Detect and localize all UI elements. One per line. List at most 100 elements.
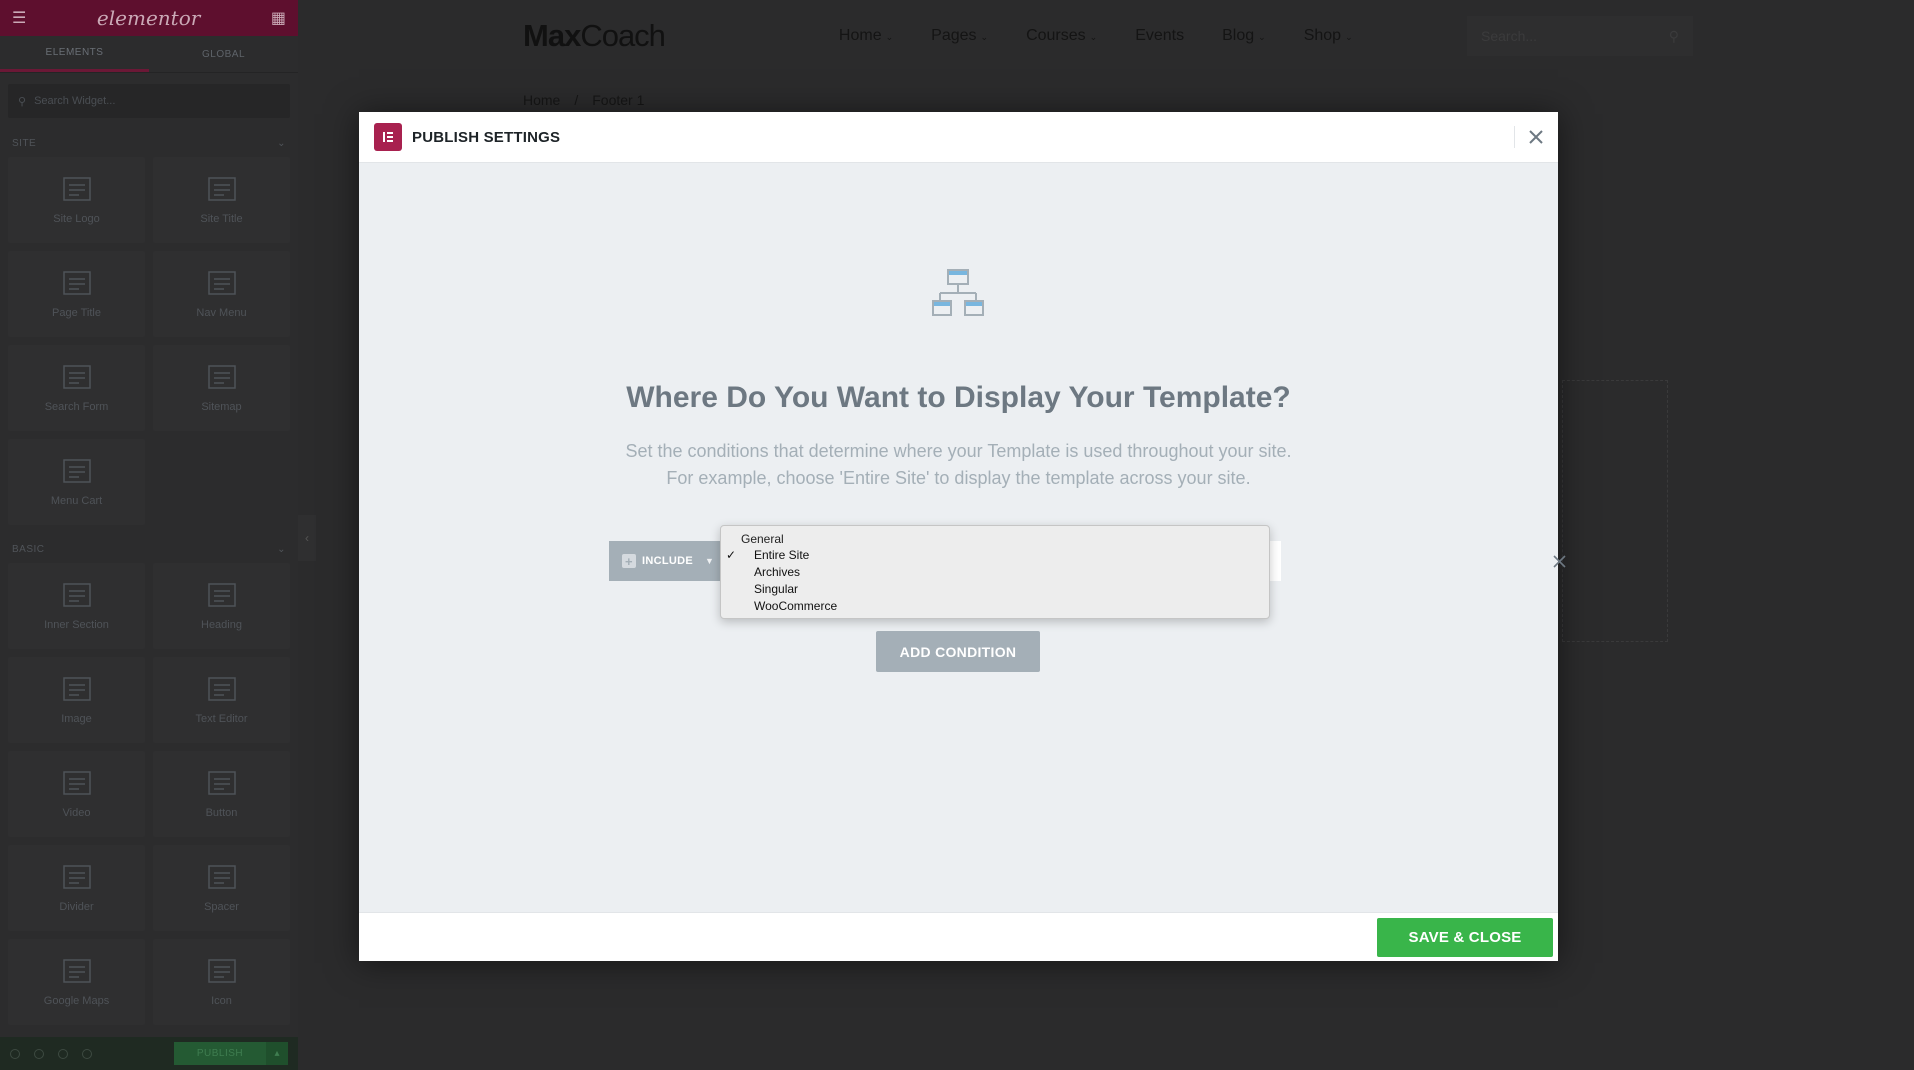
nav-item-blog[interactable]: Blog ⌄ <box>1222 27 1266 45</box>
widget-label: Site Title <box>200 213 243 225</box>
widget-nav-menu[interactable]: Nav Menu <box>153 251 290 337</box>
nav-item-label: Home <box>838 27 882 44</box>
responsive-mode-icon[interactable] <box>82 1048 92 1059</box>
nav-item-home[interactable]: Home ⌄ <box>839 27 893 45</box>
modal-header: PUBLISH SETTINGS <box>359 112 1558 163</box>
widget-label: Menu Cart <box>50 495 103 507</box>
category-site-label: SITE <box>12 137 37 149</box>
nav-item-pages[interactable]: Pages ⌄ <box>931 27 988 45</box>
basic-widget-grid: Inner Section Heading Image Text Editor Vide… <box>0 563 298 1025</box>
dropdown-option-woocommerce[interactable]: WooCommerce <box>721 598 1269 615</box>
widget-spacer[interactable]: Spacer <box>153 845 290 931</box>
category-basic-header[interactable]: BASIC ⌄ <box>0 535 298 563</box>
widget-heading[interactable]: Heading <box>153 563 290 649</box>
settings-icon[interactable] <box>10 1048 20 1059</box>
widget-divider[interactable]: Divider <box>8 845 145 931</box>
widget-button[interactable]: Button <box>153 751 290 837</box>
checkmark-icon: ✓ <box>726 548 737 562</box>
site-title-icon <box>207 175 237 203</box>
chevron-down-icon: ⌄ <box>885 32 894 42</box>
chevron-down-icon: ⌄ <box>277 543 286 555</box>
apps-grid-icon[interactable]: ▦ <box>271 8 286 28</box>
category-basic-label: BASIC <box>12 543 45 555</box>
breadcrumb: Home / Footer 1 <box>523 92 644 108</box>
tab-global[interactable]: GLOBAL <box>149 36 298 72</box>
widget-search-input[interactable]: ⚲ Search Widget... <box>8 84 290 118</box>
widget-label: Icon <box>211 995 232 1007</box>
nav-item-courses[interactable]: Courses ⌄ <box>1026 27 1097 45</box>
widget-label: Image <box>61 713 92 725</box>
widget-label: Spacer <box>204 901 239 913</box>
site-search-input[interactable]: Search... ⚲ <box>1467 16 1693 56</box>
condition-dropdown-menu: General ✓ Entire Site Archives Singular WooC… <box>720 525 1270 619</box>
nav-item-label: Blog <box>1222 27 1255 44</box>
modal-heading: Where Do You Want to Display Your Templa… <box>626 381 1291 414</box>
search-form-icon <box>62 363 92 391</box>
widget-text-editor[interactable]: Text Editor <box>153 657 290 743</box>
widget-label: Google Maps <box>43 995 110 1007</box>
widget-google-maps[interactable]: Google Maps <box>8 939 145 1025</box>
category-site-header[interactable]: SITE ⌄ <box>0 129 298 157</box>
site-logo-icon <box>62 175 92 203</box>
nav-item-events[interactable]: Events <box>1135 27 1184 45</box>
image-icon <box>62 675 92 703</box>
widget-search-placeholder: Search Widget... <box>34 95 116 107</box>
widget-inner-section[interactable]: Inner Section <box>8 563 145 649</box>
widget-video[interactable]: Video <box>8 751 145 837</box>
dropdown-option-archives[interactable]: Archives <box>721 564 1269 581</box>
site-widget-grid: Site Logo Site Title Page Title Nav Menu Sea… <box>0 157 298 525</box>
widget-image[interactable]: Image <box>8 657 145 743</box>
widget-site-logo[interactable]: Site Logo <box>8 157 145 243</box>
widget-label: Heading <box>201 619 242 631</box>
icon-icon <box>207 957 237 985</box>
elementor-panel: ☰ elementor ▦ ELEMENTS GLOBAL ⚲ Search W… <box>0 0 298 1070</box>
chevron-down-icon: ▼ <box>705 556 715 566</box>
divider-icon <box>62 863 92 891</box>
close-modal-button[interactable] <box>1514 126 1543 148</box>
breadcrumb-home[interactable]: Home <box>523 92 560 108</box>
widget-menu-cart[interactable]: Menu Cart <box>8 439 145 525</box>
hamburger-menu-icon[interactable]: ☰ <box>12 8 26 28</box>
widget-label: Video <box>62 807 91 819</box>
dropdown-option-singular[interactable]: Singular <box>721 581 1269 598</box>
search-icon[interactable]: ⚲ <box>1669 28 1679 45</box>
nav-item-label: Events <box>1135 27 1185 44</box>
dropdown-option-entire-site[interactable]: ✓ Entire Site <box>721 547 1269 564</box>
site-search-placeholder: Search... <box>1481 28 1538 44</box>
widget-page-title[interactable]: Page Title <box>8 251 145 337</box>
preview-drop-area <box>1562 380 1668 642</box>
nav-menu-icon <box>207 269 237 297</box>
elementor-logo: elementor <box>96 6 201 30</box>
include-exclude-select[interactable]: + INCLUDE ▼ <box>609 541 721 581</box>
site-header: MaxCoach Home ⌄ Pages ⌄ Courses ⌄ Events Blog ⌄ S… <box>523 16 1693 56</box>
nav-item-shop[interactable]: Shop ⌄ <box>1304 27 1353 45</box>
navigator-icon[interactable] <box>34 1048 44 1059</box>
widget-label: Inner Section <box>44 619 109 631</box>
widget-search-form[interactable]: Search Form <box>8 345 145 431</box>
chevron-down-icon: ⌄ <box>1345 32 1353 42</box>
heading-icon <box>207 581 237 609</box>
dropdown-option-label: Entire Site <box>754 548 810 562</box>
publish-button[interactable]: PUBLISH <box>174 1042 266 1065</box>
search-icon: ⚲ <box>18 95 27 108</box>
history-icon[interactable] <box>58 1048 68 1059</box>
remove-condition-button[interactable] <box>1544 541 1574 581</box>
widget-label: Site Logo <box>53 213 100 225</box>
menu-cart-icon <box>62 457 92 485</box>
widget-icon[interactable]: Icon <box>153 939 290 1025</box>
save-and-close-button[interactable]: SAVE & CLOSE <box>1377 918 1553 957</box>
google-maps-icon <box>62 957 92 985</box>
site-logo[interactable]: MaxCoach <box>523 18 666 54</box>
add-condition-button[interactable]: ADD CONDITION <box>876 631 1040 672</box>
site-nav: Home ⌄ Pages ⌄ Courses ⌄ Events Blog ⌄ Shop ⌄ <box>839 27 1353 45</box>
chevron-down-icon: ⌄ <box>1089 32 1098 42</box>
dropdown-options: ✓ Entire Site Archives Singular WooCommerce <box>721 547 1269 615</box>
panel-collapse-handle[interactable]: ‹ <box>298 515 316 561</box>
modal-description-line2: For example, choose 'Entire Site' to dis… <box>666 468 1251 488</box>
widget-site-title[interactable]: Site Title <box>153 157 290 243</box>
publish-options-arrow-icon[interactable]: ▴ <box>266 1042 288 1065</box>
widget-label: Button <box>205 807 238 819</box>
inner-section-icon <box>62 581 92 609</box>
tab-elements[interactable]: ELEMENTS <box>0 36 149 72</box>
widget-sitemap[interactable]: Sitemap <box>153 345 290 431</box>
